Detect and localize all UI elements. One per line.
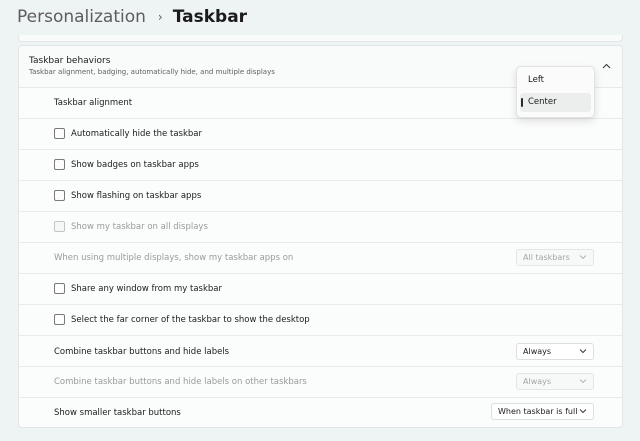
alignment-option-center-label: Center — [528, 97, 557, 107]
flashing-label[interactable]: Show flashing on taskbar apps — [71, 191, 201, 201]
combine-other-value: Always — [523, 377, 552, 386]
all-displays-row: Show my taskbar on all displays — [19, 212, 622, 243]
previous-section-edge — [18, 35, 623, 42]
chevron-down-icon — [579, 379, 587, 384]
alignment-option-left[interactable]: Left — [520, 71, 591, 90]
taskbar-alignment-label: Taskbar alignment — [54, 98, 133, 108]
auto-hide-checkbox[interactable] — [54, 128, 65, 139]
alignment-option-left-label: Left — [528, 75, 544, 85]
badges-checkbox[interactable] — [54, 159, 65, 170]
multi-display-value: All taskbars — [523, 253, 570, 262]
combine-select[interactable]: Always — [516, 343, 594, 360]
chevron-down-icon — [579, 409, 587, 414]
combine-other-row: Combine taskbar buttons and hide labels … — [19, 367, 622, 398]
page-title: Taskbar — [172, 7, 248, 27]
multi-display-row: When using multiple displays, show my ta… — [19, 243, 622, 274]
multi-display-label: When using multiple displays, show my ta… — [54, 253, 294, 263]
far-corner-label[interactable]: Select the far corner of the taskbar to … — [71, 315, 310, 325]
breadcrumb-parent-personalization[interactable]: Personalization — [17, 7, 146, 27]
flashing-checkbox[interactable] — [54, 190, 65, 201]
share-window-label[interactable]: Share any window from my taskbar — [71, 284, 222, 294]
smaller-buttons-value: When taskbar is full — [498, 407, 578, 416]
combine-other-label: Combine taskbar buttons and hide labels … — [54, 377, 307, 387]
share-window-row: Share any window from my taskbar — [19, 274, 622, 305]
auto-hide-row: Automatically hide the taskbar — [19, 119, 622, 150]
combine-label: Combine taskbar buttons and hide labels — [54, 347, 230, 357]
selection-indicator — [521, 98, 523, 107]
taskbar-alignment-dropdown[interactable]: Left Center — [516, 66, 595, 118]
chevron-up-icon[interactable] — [599, 61, 613, 71]
badges-label[interactable]: Show badges on taskbar apps — [71, 160, 199, 170]
all-displays-checkbox — [54, 221, 65, 232]
far-corner-checkbox[interactable] — [54, 314, 65, 325]
share-window-checkbox[interactable] — [54, 283, 65, 294]
breadcrumb-separator: › — [157, 10, 163, 24]
combine-other-select: Always — [516, 373, 594, 390]
all-displays-label: Show my taskbar on all displays — [71, 222, 208, 232]
section-subtitle: Taskbar alignment, badging, automaticall… — [29, 68, 275, 76]
chevron-down-icon — [579, 255, 587, 260]
multi-display-select: All taskbars — [516, 249, 594, 266]
far-corner-row: Select the far corner of the taskbar to … — [19, 305, 622, 336]
badges-row: Show badges on taskbar apps — [19, 150, 622, 181]
smaller-buttons-select[interactable]: When taskbar is full — [491, 403, 594, 420]
breadcrumb: Personalization › Taskbar — [17, 4, 247, 30]
section-title: Taskbar behaviors — [29, 56, 111, 66]
combine-row: Combine taskbar buttons and hide labels … — [19, 336, 622, 367]
auto-hide-label[interactable]: Automatically hide the taskbar — [71, 129, 202, 139]
alignment-option-center[interactable]: Center — [520, 93, 591, 112]
smaller-buttons-row: Show smaller taskbar buttons When taskba… — [19, 398, 622, 427]
smaller-buttons-label: Show smaller taskbar buttons — [54, 408, 181, 418]
chevron-down-icon — [579, 349, 587, 354]
combine-value: Always — [523, 347, 552, 356]
flashing-row: Show flashing on taskbar apps — [19, 181, 622, 212]
